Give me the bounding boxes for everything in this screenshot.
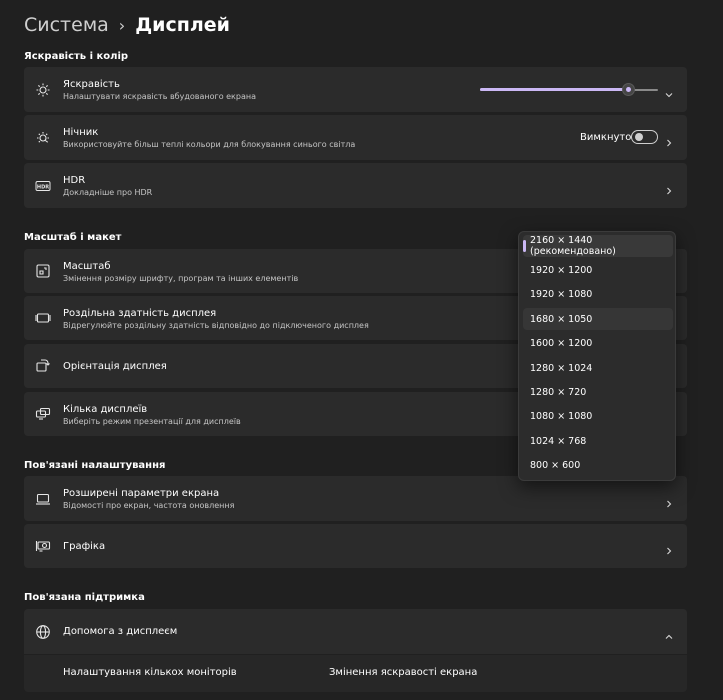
brightness-title: Яскравість [63,79,120,90]
chevron-right-icon[interactable] [664,541,674,555]
breadcrumb-separator: › [118,15,126,35]
graphics-card[interactable]: Графіка [24,524,687,568]
resolution-option-label: 800 × 600 [530,460,581,472]
resolution-icon [35,310,51,326]
orientation-icon [35,358,51,374]
section-heading-related-settings: Пов'язані налаштування [24,460,166,471]
resolution-option-label: 1920 × 1200 [530,264,593,276]
help-display-card[interactable]: Допомога з дисплеєм [24,609,687,654]
resolution-option-label: 1280 × 1024 [530,362,593,374]
section-heading-brightness-color: Яскравість і колір [24,51,129,62]
help-link-change-brightness[interactable]: Змінення яскравості екрана [329,667,477,678]
toggle-knob [635,133,643,141]
night-light-title: Нічник [63,127,99,138]
advanced-display-card[interactable]: Розширені параметри екрана Відомості про… [24,476,687,521]
resolution-option[interactable]: 1680 × 1050 [523,308,673,331]
resolution-option[interactable]: 1920 × 1080 [523,284,673,306]
scale-subtitle: Змінення розміру шрифту, програм та інши… [63,274,299,283]
brightness-subtitle: Налаштувати яскравість вбудованого екран… [63,92,257,101]
chevron-down-icon[interactable] [664,85,674,97]
help-link-multiple-monitors[interactable]: Налаштування кількох моніторів [63,667,237,678]
svg-text:HDR: HDR [37,184,49,190]
resolution-option-label: 2160 × 1440 (рекомендовано) [530,235,616,257]
help-display-expanded: Налаштування кількох моніторів Змінення … [24,655,687,692]
resolution-option[interactable]: 1024 × 768 [523,430,673,452]
section-heading-scale-layout: Масштаб і макет [24,232,122,243]
resolution-option-label: 1600 × 1200 [530,338,593,350]
slider-thumb[interactable] [621,83,635,96]
slider-fill [480,88,628,91]
chevron-right-icon[interactable] [664,133,674,146]
hdr-title: HDR [63,175,86,186]
advanced-display-subtitle: Відомості про екран, частота оновлення [63,501,235,510]
resolution-option-label: 1080 × 1080 [530,411,593,423]
resolution-option-label: 1024 × 768 [530,435,587,447]
resolution-title: Роздільна здатність дисплея [63,308,217,319]
brightness-slider[interactable] [480,83,658,96]
resolution-option-label: 1680 × 1050 [530,313,593,325]
multiple-displays-title: Кілька дисплеїв [63,404,148,415]
section-heading-related-support: Пов'язана підтримка [24,592,145,603]
resolution-subtitle: Відрегулюйте роздільну здатність відпові… [63,321,369,330]
night-light-icon [35,130,51,146]
chevron-up-icon[interactable] [664,627,674,639]
night-light-subtitle: Використовуйте більш теплі кольори для б… [63,140,356,149]
advanced-display-title: Розширені параметри екрана [63,488,220,499]
resolution-option[interactable]: 2160 × 1440 (рекомендовано) [523,235,673,257]
resolution-option-label: 1280 × 720 [530,386,587,398]
sun-icon [35,82,51,98]
resolution-option-label: 1920 × 1080 [530,289,593,301]
hdr-card[interactable]: HDR HDR Докладніше про HDR [24,163,687,208]
chevron-right-icon[interactable] [664,181,674,194]
resolution-option[interactable]: 1080 × 1080 [523,406,673,428]
breadcrumb: Система › Дисплей [24,11,230,39]
chevron-right-icon[interactable] [664,494,674,507]
help-display-title: Допомога з дисплеєм [63,626,178,637]
night-light-toggle[interactable] [631,130,658,144]
page-title: Дисплей [135,14,230,36]
laptop-icon [35,491,51,507]
globe-icon [35,624,51,640]
night-light-card[interactable]: Нічник Використовуйте більш теплі кольор… [24,115,687,160]
resolution-option[interactable]: 1600 × 1200 [523,333,673,355]
brightness-card[interactable]: Яскравість Налаштувати яскравість вбудов… [24,67,687,112]
multiple-displays-subtitle: Виберіть режим презентації для дисплеїв [63,417,241,426]
scale-title: Масштаб [63,261,111,272]
selected-indicator [523,240,526,252]
orientation-title: Орієнтація дисплея [63,361,167,372]
night-light-state-label: Вимкнуто [580,132,632,143]
resolution-option[interactable]: 1280 × 720 [523,381,673,403]
graphics-card-icon [35,538,51,554]
scale-icon [35,263,51,279]
hdr-icon: HDR [35,178,51,194]
breadcrumb-system[interactable]: Система [24,14,109,36]
resolution-dropdown[interactable]: 2160 × 1440 (рекомендовано) 1920 × 1200 19… [518,231,676,481]
hdr-subtitle: Докладніше про HDR [63,188,153,197]
graphics-title: Графіка [63,541,106,552]
resolution-option[interactable]: 1280 × 1024 [523,357,673,379]
multiple-displays-icon [35,406,51,422]
resolution-option[interactable]: 1920 × 1200 [523,259,673,281]
resolution-option[interactable]: 800 × 600 [523,455,673,477]
